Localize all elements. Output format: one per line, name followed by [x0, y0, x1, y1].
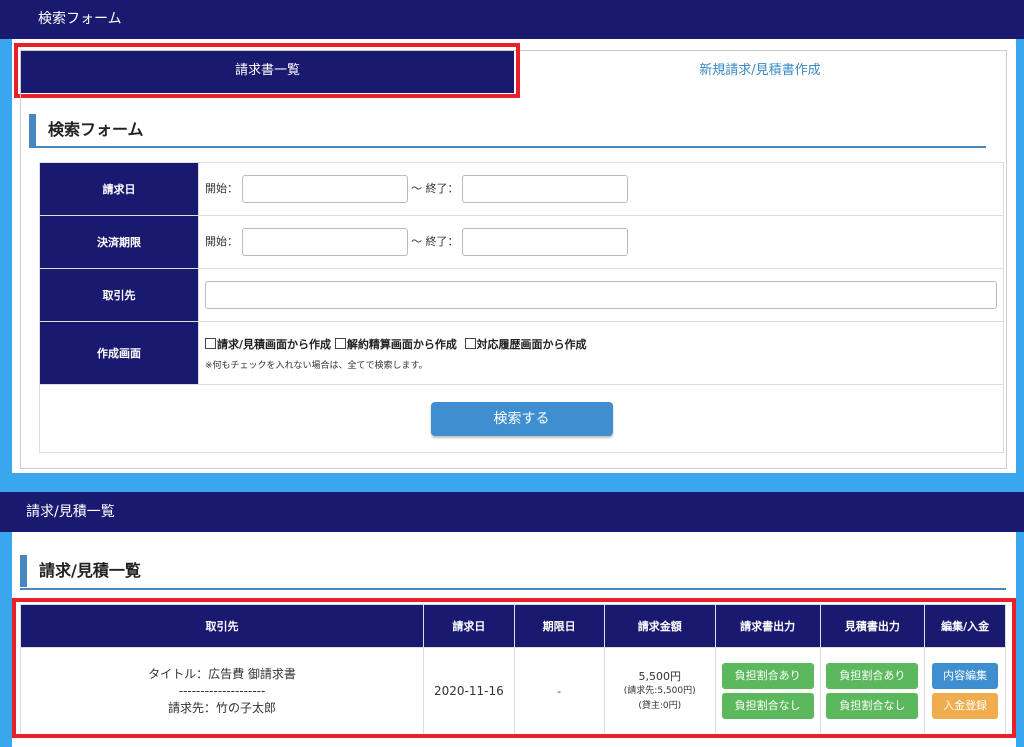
cell-invoice-date: 2020-11-16: [423, 647, 515, 735]
amount-total: 5,500円: [638, 669, 681, 683]
payment-due-start-input[interactable]: [241, 228, 408, 256]
label-payment-due: 決済期限: [39, 215, 199, 269]
row-invoice-date: 請求日 開始： 〜 終了：: [39, 162, 1004, 216]
checkbox-icon: [334, 337, 346, 349]
cell-client: タイトル：広告費 御請求書 -------------------- 請求先：竹…: [19, 647, 425, 735]
invoice-table: 取引先 請求日 期限日 請求金額 請求書出力 見積書出力 編集/入金 タイトル：…: [19, 604, 1006, 735]
source-option-estimate[interactable]: 請求/見積画面から作成: [205, 337, 331, 351]
tab-invoice-list[interactable]: 請求書一覧: [21, 51, 514, 93]
col-estimate-output: 見積書出力: [819, 604, 926, 648]
edit-content-button[interactable]: 内容編集: [932, 663, 999, 689]
cell-amount: 5,500円 (請求先:5,500円) (貸主:0円): [603, 647, 716, 735]
row-source: 作成画面 請求/見積画面から作成 解約精算画面から作成 対応履歴画面から作成 ※…: [39, 321, 1004, 385]
row-client: 取引先: [39, 268, 1004, 322]
search-section-rule: [29, 146, 986, 148]
search-content: 検索フォーム 請求日 開始： 〜 終了： 決済期限 開始： 〜 終了： 取引先 …: [20, 90, 1007, 469]
amount-client: (請求先:5,500円): [623, 685, 696, 696]
row-payment-due: 決済期限 開始： 〜 終了：: [39, 215, 1004, 269]
col-amount: 請求金額: [603, 604, 716, 648]
col-invoice-date: 請求日: [423, 604, 515, 648]
label-client: 取引先: [39, 268, 199, 322]
invoice-date-start-label: 開始：: [205, 182, 238, 195]
row-title: タイトル：広告費 御請求書: [148, 666, 296, 681]
source-note: ※何もチェックを入れない場合は、全てで検索します。: [205, 360, 428, 371]
invoice-date-end-label: 〜 終了：: [411, 182, 459, 195]
tab-bar: 請求書一覧 新規請求/見積書作成: [20, 50, 1007, 93]
search-form-table: 請求日 開始： 〜 終了： 決済期限 開始： 〜 終了： 取引先 作成画面 請求…: [39, 162, 1004, 453]
amount-owner: (貸主:0円): [638, 700, 682, 711]
list-section-title: 請求/見積一覧: [20, 555, 141, 587]
col-client: 取引先: [19, 604, 425, 648]
checkbox-icon: [464, 337, 476, 349]
search-panel-header: 検索フォーム: [0, 0, 1024, 39]
list-panel-header: 請求/見積一覧: [0, 492, 1024, 532]
register-payment-button[interactable]: 入金登録: [932, 693, 999, 719]
estimate-without-ratio-button[interactable]: 負担割合なし: [826, 693, 919, 719]
col-due-date: 期限日: [513, 604, 605, 648]
source-option-cancel[interactable]: 解約精算画面から作成: [334, 337, 457, 351]
row-client: 請求先：竹の子太郎: [168, 700, 277, 715]
cell-due-date: -: [513, 647, 605, 735]
search-panel: 検索フォーム 請求書一覧 新規請求/見積書作成 検索フォーム 請求日 開始： 〜…: [0, 0, 1024, 473]
list-panel: 請求/見積一覧 請求/見積一覧 取引先 請求日 期限日 請求金額 請求書出力 見…: [0, 492, 1024, 747]
payment-due-end-input[interactable]: [462, 228, 628, 256]
invoice-date-end-input[interactable]: [462, 175, 628, 203]
checkbox-icon: [205, 337, 216, 349]
list-section-rule: [20, 588, 1006, 590]
cell-edit-payment: 内容編集 入金登録: [924, 647, 1006, 735]
cell-invoice-output: 負担割合あり 負担割合なし: [714, 647, 821, 735]
client-input[interactable]: [205, 281, 997, 309]
cell-estimate-output: 負担割合あり 負担割合なし: [819, 647, 926, 735]
label-invoice-date: 請求日: [39, 162, 199, 216]
search-button[interactable]: 検索する: [430, 401, 613, 436]
tab-new-invoice[interactable]: 新規請求/見積書作成: [514, 51, 1006, 93]
col-edit-payment: 編集/入金: [924, 604, 1006, 648]
row-divider: --------------------: [178, 683, 266, 698]
table-header: 取引先 請求日 期限日 請求金額 請求書出力 見積書出力 編集/入金: [19, 604, 1006, 648]
row-search-button: 検索する: [39, 384, 1004, 453]
col-invoice-output: 請求書出力: [714, 604, 821, 648]
payment-due-end-label: 〜 終了：: [411, 235, 459, 248]
invoice-with-ratio-button[interactable]: 負担割合あり: [721, 663, 814, 689]
table-row: タイトル：広告費 御請求書 -------------------- 請求先：竹…: [19, 647, 1006, 735]
search-section-title: 検索フォーム: [29, 114, 144, 146]
estimate-with-ratio-button[interactable]: 負担割合あり: [826, 663, 919, 689]
invoice-date-start-input[interactable]: [241, 175, 408, 203]
label-source: 作成画面: [39, 321, 199, 385]
source-option-history[interactable]: 対応履歴画面から作成: [464, 337, 587, 351]
payment-due-start-label: 開始：: [205, 235, 238, 248]
invoice-without-ratio-button[interactable]: 負担割合なし: [721, 693, 814, 719]
